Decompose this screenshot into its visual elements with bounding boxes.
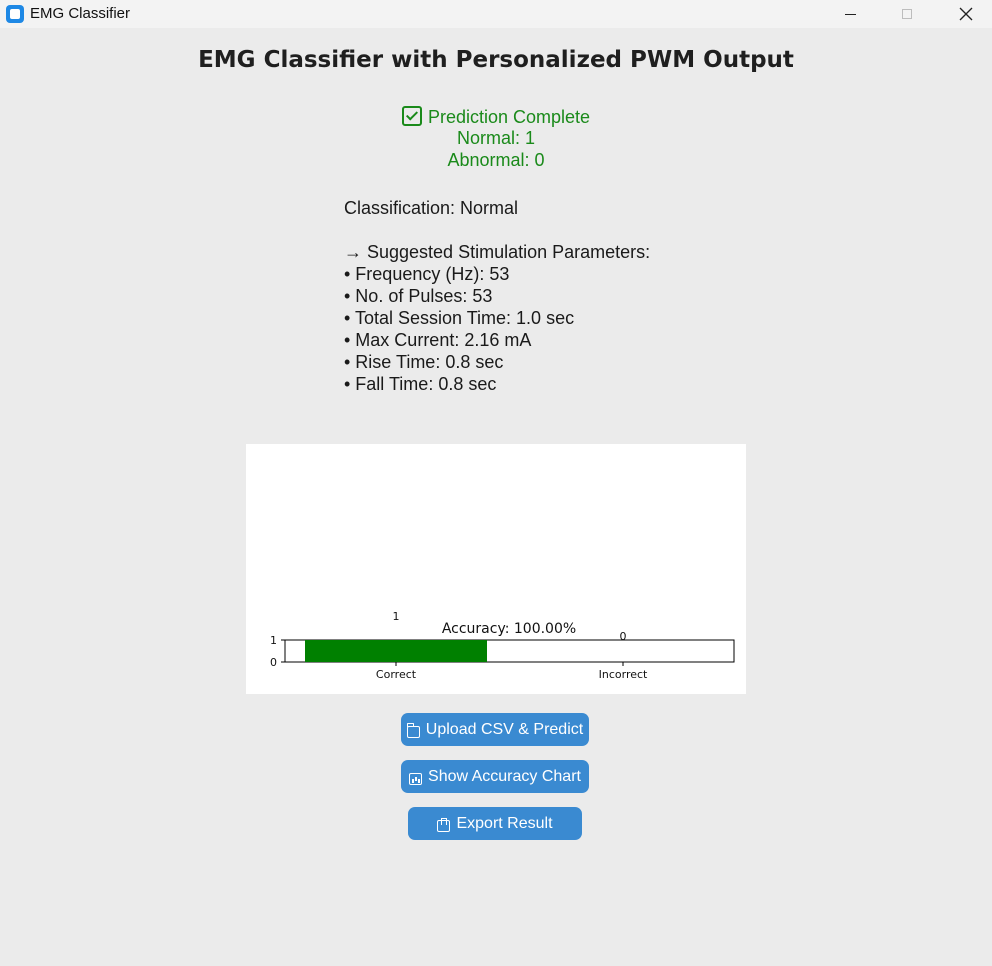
status-complete: Prediction Complete bbox=[0, 106, 992, 128]
param-session-time: • Total Session Time: 1.0 sec bbox=[344, 308, 575, 328]
bar-chart-icon bbox=[409, 772, 423, 785]
export-icon bbox=[437, 817, 451, 832]
export-result-button[interactable]: Export Result bbox=[408, 807, 582, 840]
status-normal-count: Normal: 1 bbox=[456, 128, 536, 148]
classification-label: Classification: Normal bbox=[344, 198, 519, 218]
close-icon bbox=[959, 7, 973, 21]
data-label: 0 bbox=[620, 630, 627, 643]
accuracy-chart: Accuracy: 100.00% 0 1 Correct 1 Incorrect 0 bbox=[246, 444, 746, 694]
export-result-label: Export Result bbox=[456, 814, 553, 832]
y-tick-label: 1 bbox=[270, 634, 277, 647]
y-tick-label: 0 bbox=[270, 656, 277, 669]
x-tick-label: Incorrect bbox=[599, 668, 648, 681]
minimize-icon bbox=[844, 13, 856, 15]
app-icon bbox=[6, 5, 24, 23]
close-button[interactable] bbox=[943, 0, 989, 28]
folder-icon bbox=[406, 722, 420, 738]
show-accuracy-chart-label: Show Accuracy Chart bbox=[428, 767, 581, 785]
data-label: 1 bbox=[393, 610, 400, 623]
upload-csv-button[interactable]: Upload CSV & Predict bbox=[401, 713, 589, 746]
maximize-icon bbox=[902, 9, 912, 19]
show-accuracy-chart-button[interactable]: Show Accuracy Chart bbox=[401, 760, 589, 793]
minimize-button[interactable] bbox=[827, 0, 873, 28]
window-title: EMG Classifier bbox=[30, 5, 131, 22]
param-frequency: • Frequency (Hz): 53 bbox=[344, 264, 510, 284]
checkbox-check-icon bbox=[401, 106, 422, 126]
params-header: → Suggested Stimulation Parameters: bbox=[344, 242, 651, 262]
status-complete-label: Prediction Complete bbox=[427, 107, 591, 127]
param-fall-time: • Fall Time: 0.8 sec bbox=[344, 374, 497, 394]
maximize-button[interactable] bbox=[884, 0, 930, 28]
chart-title: Accuracy: 100.00% bbox=[442, 621, 576, 637]
title-bar: EMG Classifier bbox=[0, 0, 992, 28]
accuracy-chart-svg: Accuracy: 100.00% 0 1 Correct 1 Incorrect 0 bbox=[270, 610, 735, 681]
param-max-current: • Max Current: 2.16 mA bbox=[344, 330, 532, 350]
x-tick-label: Correct bbox=[376, 668, 417, 681]
page-title: EMG Classifier with Personalized PWM Out… bbox=[198, 47, 794, 73]
param-rise-time: • Rise Time: 0.8 sec bbox=[344, 352, 504, 372]
upload-csv-label: Upload CSV & Predict bbox=[425, 720, 584, 738]
param-pulses: • No. of Pulses: 53 bbox=[344, 286, 493, 306]
status-abnormal-count: Abnormal: 0 bbox=[447, 150, 545, 170]
bar-correct bbox=[305, 640, 487, 662]
